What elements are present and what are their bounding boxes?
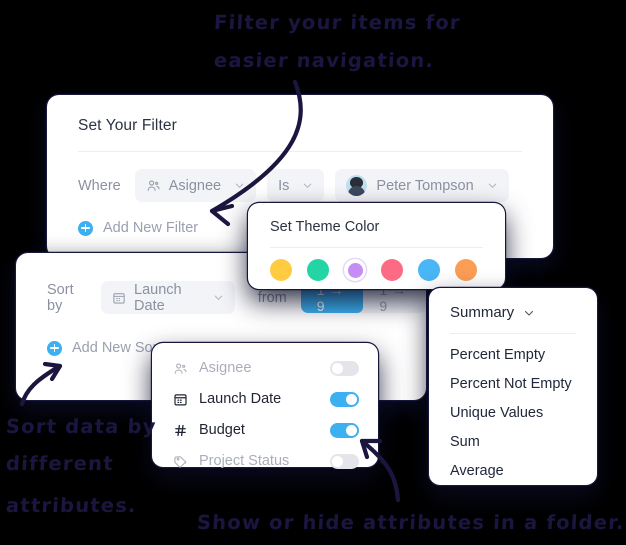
- where-label: Where: [78, 177, 121, 194]
- swatch-pink[interactable]: [381, 259, 403, 281]
- attribute-row-budget[interactable]: Budget: [152, 417, 378, 443]
- sort-by-label: Sort by: [47, 281, 74, 314]
- attribute-label-asignee: Asignee: [199, 360, 252, 376]
- attribute-label-launch-date: Launch Date: [199, 391, 282, 407]
- chevron-down-icon: [487, 180, 498, 191]
- screenshot-stage: Filter your items for easier navigation.…: [0, 0, 626, 545]
- summary-item-sum[interactable]: Sum: [429, 421, 597, 450]
- attribute-row-project-status[interactable]: Project Status: [152, 448, 378, 474]
- filter-operator-dropdown[interactable]: Is: [267, 169, 325, 202]
- swatch-green[interactable]: [307, 259, 329, 281]
- sort-field-label: Launch Date: [134, 281, 182, 314]
- attribute-toggle-asignee[interactable]: [330, 360, 359, 376]
- theme-swatch-list: [248, 248, 505, 281]
- swatch-yellow[interactable]: [270, 259, 292, 281]
- calendar-icon: [112, 291, 126, 305]
- plus-circle-icon: [78, 220, 93, 236]
- avatar: [346, 175, 368, 196]
- filter-condition-row: Where Asignee Is Peter Tompson: [47, 152, 553, 202]
- add-new-filter-label: Add New Filter: [103, 220, 199, 236]
- summary-item-unique-values[interactable]: Unique Values: [429, 392, 597, 421]
- chevron-down-icon: [523, 307, 535, 319]
- attributes-visibility-panel: Asignee Launch Date Budget Project Statu…: [152, 343, 378, 469]
- attribute-row-launch-date[interactable]: Launch Date: [152, 386, 378, 412]
- add-new-sort-label: Add New Sort: [72, 340, 162, 356]
- annotation-attributes: Show or hide attributes in a folder.: [196, 511, 626, 534]
- summary-title: Summary: [450, 304, 515, 321]
- theme-panel-title: Set Theme Color: [270, 219, 380, 235]
- swatch-orange[interactable]: [455, 259, 477, 281]
- set-theme-color-panel: Set Theme Color: [248, 203, 505, 289]
- filter-field-label: Asignee: [168, 177, 222, 194]
- filter-card-title: Set Your Filter: [78, 117, 177, 134]
- attribute-toggle-launch-date[interactable]: [330, 391, 359, 407]
- attribute-toggle-budget[interactable]: [330, 422, 359, 438]
- attribute-label-project-status: Project Status: [199, 453, 290, 469]
- attribute-label-budget: Budget: [199, 422, 245, 438]
- chevron-down-icon: [302, 180, 313, 191]
- sort-field-dropdown[interactable]: Launch Date: [101, 281, 235, 314]
- chevron-down-icon: [234, 180, 245, 191]
- summary-item-average[interactable]: Average: [429, 450, 597, 479]
- summary-item-percent-not-empty[interactable]: Percent Not Empty: [429, 363, 597, 392]
- filter-operator-label: Is: [278, 177, 290, 194]
- people-icon: [173, 361, 190, 376]
- annotation-sort-line3: attributes.: [5, 494, 138, 517]
- attribute-row-asignee[interactable]: Asignee: [152, 355, 378, 381]
- annotation-sort-line2: different: [5, 452, 115, 475]
- chevron-down-icon: [213, 292, 224, 303]
- filter-value-dropdown[interactable]: Peter Tompson: [335, 169, 509, 202]
- filter-value-label: Peter Tompson: [376, 177, 474, 194]
- tag-icon: [173, 454, 190, 469]
- summary-header[interactable]: Summary: [429, 288, 597, 321]
- swatch-purple[interactable]: [344, 259, 366, 281]
- swatch-blue[interactable]: [418, 259, 440, 281]
- from-label: from: [257, 289, 287, 306]
- people-icon: [146, 178, 161, 193]
- summary-item-percent-empty[interactable]: Percent Empty: [429, 334, 597, 363]
- filter-field-dropdown[interactable]: Asignee: [134, 169, 257, 202]
- attribute-toggle-project-status[interactable]: [330, 453, 359, 469]
- annotation-sort-line1: Sort data by: [5, 415, 158, 438]
- plus-circle-icon: [47, 340, 62, 356]
- annotation-filter-line2: easier navigation.: [213, 49, 435, 72]
- calendar-icon: [173, 392, 190, 407]
- summary-panel: Summary Percent Empty Percent Not Empty …: [429, 288, 597, 485]
- annotation-filter-line1: Filter your items for: [213, 11, 462, 34]
- hash-icon: [173, 423, 190, 438]
